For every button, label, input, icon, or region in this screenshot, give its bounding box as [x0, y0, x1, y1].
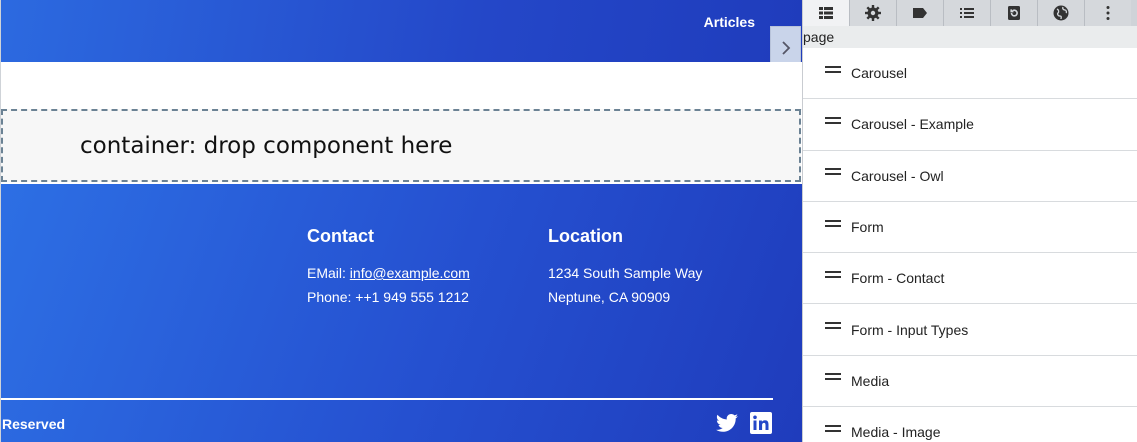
drag-handle-icon[interactable] — [825, 322, 845, 330]
empty-section — [1, 62, 802, 110]
site-header: Articles — [1, 0, 802, 62]
contact-email: EMail: info@example.com — [307, 261, 470, 285]
block-item-label: Form - Contact — [851, 270, 945, 287]
sidebar-toolbar — [803, 0, 1137, 26]
chevron-right-icon — [781, 41, 790, 55]
layers-tab[interactable] — [944, 0, 991, 26]
globe-icon — [1053, 5, 1069, 21]
drag-handle-icon[interactable] — [825, 373, 845, 381]
gear-icon — [865, 5, 881, 21]
editor-sidebar: page Carousel Carousel - Example Carouse… — [802, 0, 1137, 442]
drop-zone-text: container: drop component here — [80, 132, 453, 159]
block-item-label: Form - Input Types — [851, 321, 969, 338]
block-item-label: Form — [851, 219, 884, 236]
footer-contact: Contact EMail: info@example.com Phone: +… — [307, 226, 470, 309]
block-item[interactable]: Carousel — [803, 48, 1137, 100]
block-item-label: Media — [851, 372, 890, 389]
email-link[interactable]: info@example.com — [350, 265, 470, 281]
container-drop-zone[interactable]: container: drop component here — [1, 109, 801, 182]
block-item-label: Carousel — [851, 65, 908, 82]
site-footer: Contact EMail: info@example.com Phone: +… — [1, 184, 802, 442]
social-links — [715, 411, 773, 435]
contact-phone: Phone: ++1 949 555 1212 — [307, 289, 469, 305]
nav-link-articles[interactable]: Articles — [704, 14, 755, 30]
footer-location: Location 1234 South Sample Way Neptune, … — [548, 226, 702, 309]
block-item[interactable]: Media - Image — [803, 407, 1137, 442]
block-item[interactable]: Form - Input Types — [803, 304, 1137, 356]
drag-handle-icon[interactable] — [825, 424, 845, 432]
more-menu-button[interactable] — [1085, 0, 1131, 26]
breadcrumb[interactable]: page — [803, 26, 1137, 48]
block-item[interactable]: Carousel - Example — [803, 99, 1137, 151]
drag-handle-icon[interactable] — [825, 168, 845, 176]
page-preview: Articles container: drop component here … — [0, 0, 802, 442]
footer-divider — [1, 398, 773, 400]
location-heading: Location — [548, 226, 623, 246]
address-line-2: Neptune, CA 90909 — [548, 289, 671, 305]
copyright-text: Reserved — [2, 416, 66, 432]
settings-tab[interactable] — [850, 0, 897, 26]
blocks-tab[interactable] — [803, 0, 850, 26]
email-label: EMail: — [307, 265, 350, 281]
tag-icon — [913, 8, 927, 18]
block-item-label: Carousel - Example — [851, 116, 974, 133]
history-tab[interactable] — [991, 0, 1038, 26]
contact-heading: Contact — [307, 226, 374, 246]
block-item[interactable]: Media — [803, 356, 1137, 408]
block-item-label: Media - Image — [851, 424, 941, 441]
history-icon — [1008, 6, 1020, 20]
more-vertical-icon — [1106, 6, 1110, 20]
block-list: Carousel Carousel - Example Carousel - O… — [803, 48, 1137, 442]
block-item[interactable]: Carousel - Owl — [803, 151, 1137, 202]
drag-handle-icon[interactable] — [825, 65, 845, 73]
address-line-1: 1234 South Sample Way — [548, 265, 703, 281]
block-item[interactable]: Form - Contact — [803, 253, 1137, 305]
linkedin-icon[interactable] — [749, 411, 773, 435]
block-item[interactable]: Form — [803, 202, 1137, 254]
drag-handle-icon[interactable] — [825, 219, 845, 227]
drag-handle-icon[interactable] — [825, 116, 845, 124]
drag-handle-icon[interactable] — [825, 270, 845, 278]
twitter-icon[interactable] — [715, 411, 739, 435]
list-icon — [960, 8, 974, 18]
global-tab[interactable] — [1038, 0, 1085, 26]
blocks-icon — [819, 7, 833, 19]
block-item-label: Carousel - Owl — [851, 167, 944, 184]
tags-tab[interactable] — [897, 0, 944, 26]
